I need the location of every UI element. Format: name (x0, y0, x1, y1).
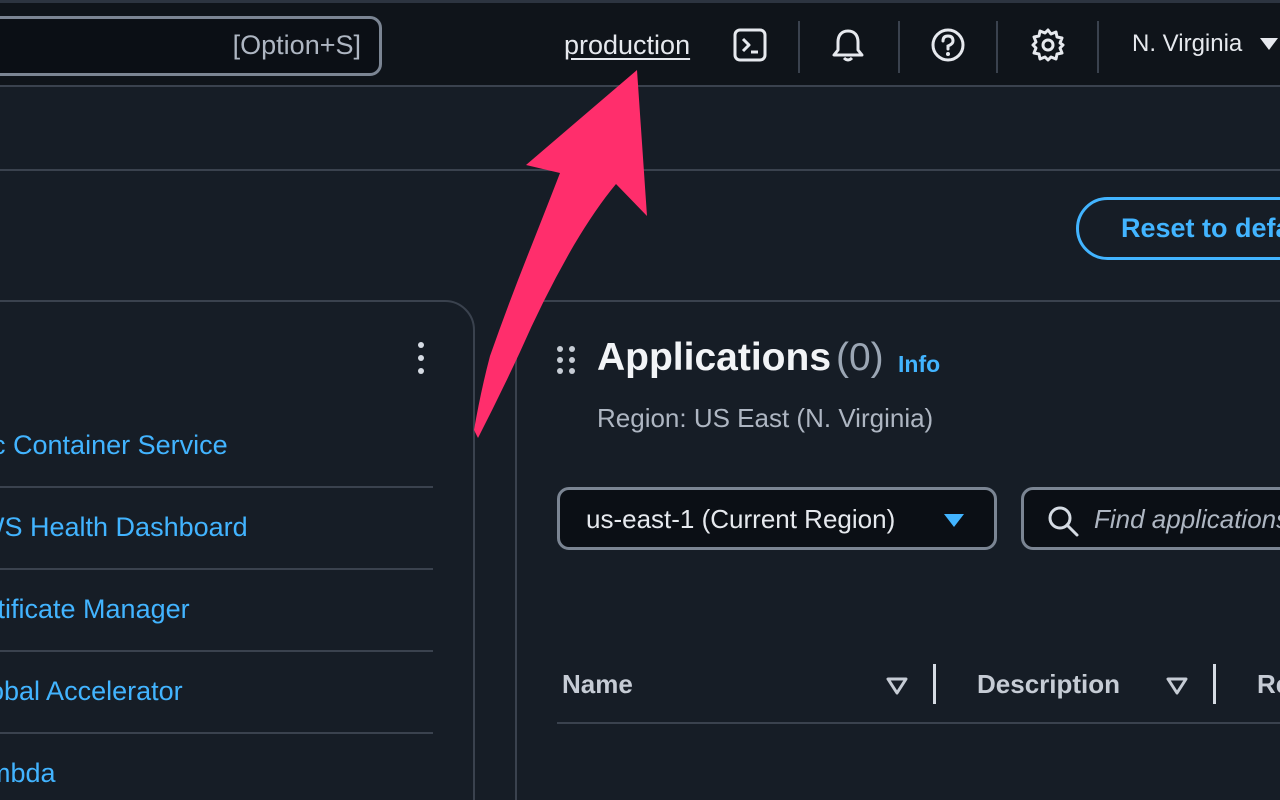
info-link[interactable]: Info (898, 351, 940, 378)
search-shortcut-hint: [Option+S] (232, 30, 361, 60)
region-filter-value: us-east-1 (Current Region) (586, 504, 896, 534)
service-link[interactable]: Lambda (0, 758, 56, 789)
service-link[interactable]: Certificate Manager (0, 594, 190, 625)
find-applications-box[interactable] (1021, 487, 1280, 550)
bell-icon[interactable] (828, 25, 868, 65)
account-profile-link[interactable]: production (564, 30, 690, 61)
find-applications-input[interactable] (1094, 502, 1280, 536)
list-item: Lambda (0, 734, 433, 800)
sort-icon[interactable] (1166, 676, 1188, 696)
region-selector-label: N. Virginia (1132, 30, 1243, 57)
sort-icon[interactable] (886, 676, 908, 696)
list-item: Global Accelerator (0, 652, 433, 734)
caret-down-icon (1260, 38, 1279, 50)
top-navigation: [Option+S] production N. Virginia (0, 0, 1280, 87)
help-icon[interactable] (928, 25, 968, 65)
list-item: Elastic Container Service (0, 406, 433, 488)
console-subheader (0, 87, 1280, 171)
nav-divider (798, 21, 800, 73)
column-header-name[interactable]: Name (562, 669, 633, 700)
global-search-box[interactable]: [Option+S] (0, 16, 382, 76)
table-divider (557, 722, 1280, 724)
column-resizer[interactable] (933, 664, 936, 704)
nav-divider (898, 21, 900, 73)
widget-actions-menu-icon[interactable] (412, 342, 430, 374)
reset-layout-button[interactable]: Reset to default layout (1076, 197, 1280, 260)
list-item: Certificate Manager (0, 570, 433, 652)
applications-title: Applications (597, 336, 832, 379)
caret-down-icon (944, 514, 964, 527)
service-link[interactable]: AWS Health Dashboard (0, 512, 248, 543)
nav-divider (1097, 21, 1099, 73)
region-selector[interactable]: N. Virginia (1132, 30, 1279, 58)
column-header-description[interactable]: Description (977, 669, 1120, 700)
applications-count: (0) (836, 336, 884, 379)
gear-icon[interactable] (1028, 25, 1068, 65)
column-header-region[interactable]: Region (1257, 669, 1280, 700)
search-icon (1048, 506, 1079, 537)
cloudshell-icon[interactable] (730, 25, 770, 65)
applications-region-text: Region: US East (N. Virginia) (597, 403, 934, 433)
region-filter-dropdown[interactable]: us-east-1 (Current Region) (557, 487, 997, 550)
service-link[interactable]: Elastic Container Service (0, 430, 228, 461)
list-item: AWS Health Dashboard (0, 488, 433, 570)
console-home: [Option+S] production N. Virginia Reset … (0, 0, 1280, 800)
column-resizer[interactable] (1213, 664, 1216, 704)
nav-divider (996, 21, 998, 73)
service-link[interactable]: Global Accelerator (0, 676, 183, 707)
drag-handle-icon[interactable] (557, 346, 575, 374)
